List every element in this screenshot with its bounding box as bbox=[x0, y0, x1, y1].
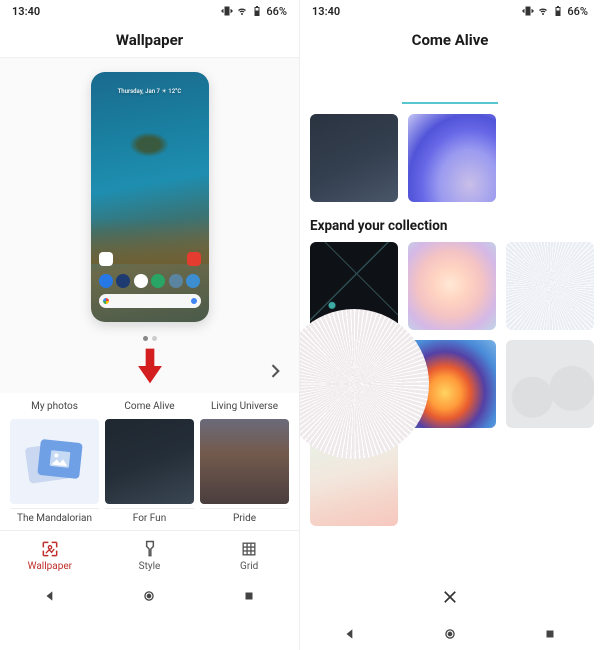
circle-home-icon bbox=[142, 589, 156, 603]
wallpaper-thumb[interactable] bbox=[408, 242, 496, 330]
vibrate-icon bbox=[221, 5, 233, 17]
phone-date: Thursday, Jan 7 ☀ 12°C bbox=[91, 88, 209, 95]
thumbnail-myphotos bbox=[10, 419, 99, 504]
play-icon bbox=[134, 274, 148, 288]
left-screenshot: 13:40 66% Wallpaper Thursday, Jan 7 ☀ 12… bbox=[0, 0, 300, 650]
picture-icon bbox=[49, 450, 71, 468]
style-icon bbox=[140, 539, 160, 559]
status-bar: 13:40 66% bbox=[0, 0, 299, 22]
wallpaper-thumb[interactable] bbox=[506, 340, 594, 428]
status-icons: 66% bbox=[522, 5, 588, 18]
nav-home[interactable] bbox=[442, 626, 458, 642]
next-preview-button[interactable] bbox=[263, 359, 287, 383]
wallpaper-icon bbox=[40, 539, 60, 559]
square-recents-icon bbox=[243, 590, 255, 602]
circle-home-icon bbox=[443, 627, 457, 641]
nav-recents[interactable] bbox=[542, 626, 558, 642]
collection-come-alive[interactable]: Come Alive bbox=[105, 401, 194, 504]
thumbnail-living bbox=[200, 419, 289, 504]
status-time: 13:40 bbox=[312, 5, 340, 18]
close-button[interactable] bbox=[300, 576, 600, 618]
messages-icon bbox=[116, 274, 130, 288]
right-screenshot: 13:40 66% Come Alive Expand your collect… bbox=[300, 0, 600, 650]
dot-1 bbox=[143, 336, 148, 341]
battery-percent: 66% bbox=[567, 5, 588, 18]
collections-row-1[interactable]: My photos Come Alive Living Universe bbox=[0, 401, 299, 504]
system-nav bbox=[0, 580, 299, 612]
phone-preview[interactable]: Thursday, Jan 7 ☀ 12°C bbox=[91, 72, 209, 322]
grid-icon bbox=[239, 539, 259, 559]
wallpaper-preview-area: Thursday, Jan 7 ☀ 12°C bbox=[0, 58, 299, 393]
chevron-right-icon bbox=[265, 361, 285, 381]
app-icon bbox=[151, 274, 165, 288]
thumbnail-comealive bbox=[105, 419, 194, 504]
arrow-down-icon bbox=[137, 346, 163, 386]
triangle-back-icon bbox=[43, 589, 57, 603]
phone-app-row1 bbox=[99, 252, 201, 266]
gmail-icon bbox=[99, 252, 113, 266]
wifi-icon bbox=[236, 5, 248, 17]
vibrate-icon bbox=[522, 5, 534, 17]
dot-2 bbox=[152, 336, 157, 341]
turtle-graphic bbox=[129, 132, 169, 157]
close-icon bbox=[441, 588, 459, 606]
expand-grid bbox=[300, 242, 600, 536]
nav-back[interactable] bbox=[42, 588, 58, 604]
collection-my-photos[interactable]: My photos bbox=[10, 401, 99, 504]
nav-recents[interactable] bbox=[241, 588, 257, 604]
battery-percent: 66% bbox=[266, 5, 287, 18]
tab-grid[interactable]: Grid bbox=[199, 531, 299, 580]
section-heading: Expand your collection bbox=[300, 212, 600, 242]
collection-living-universe[interactable]: Living Universe bbox=[200, 401, 289, 504]
wallpaper-grid bbox=[300, 114, 600, 212]
system-nav bbox=[300, 618, 600, 650]
triangle-back-icon bbox=[343, 627, 357, 641]
camera-icon bbox=[186, 274, 200, 288]
wifi-icon bbox=[537, 5, 549, 17]
status-time: 13:40 bbox=[12, 5, 40, 18]
collection-forfun[interactable]: For Fun bbox=[105, 508, 194, 522]
tab-style[interactable]: Style bbox=[100, 531, 200, 580]
status-bar: 13:40 66% bbox=[300, 0, 600, 22]
collections-row-2[interactable]: The Mandalorian For Fun Pride bbox=[0, 508, 299, 526]
wallpaper-thumb[interactable] bbox=[310, 340, 398, 428]
battery-icon bbox=[552, 5, 564, 17]
square-recents-icon bbox=[544, 628, 556, 640]
google-icon bbox=[103, 298, 109, 304]
phone-search-bar bbox=[99, 294, 201, 308]
wallpaper-thumb[interactable] bbox=[310, 114, 398, 202]
bottom-tabs: Wallpaper Style Grid bbox=[0, 530, 299, 580]
phone-icon bbox=[99, 274, 113, 288]
wallpaper-thumb[interactable] bbox=[506, 242, 594, 330]
nav-back[interactable] bbox=[342, 626, 358, 642]
tab-wallpaper[interactable]: Wallpaper bbox=[0, 531, 100, 580]
nav-home[interactable] bbox=[141, 588, 157, 604]
collection-pride[interactable]: Pride bbox=[200, 508, 289, 522]
app-icon bbox=[187, 252, 201, 266]
collection-mandalorian[interactable]: The Mandalorian bbox=[10, 508, 99, 522]
page-title: Wallpaper bbox=[0, 22, 299, 58]
annotation-arrow bbox=[137, 346, 163, 390]
wallpaper-thumb[interactable] bbox=[408, 114, 496, 202]
phone-dock bbox=[99, 274, 201, 288]
page-title: Come Alive bbox=[300, 22, 600, 58]
battery-icon bbox=[251, 5, 263, 17]
status-icons: 66% bbox=[221, 5, 287, 18]
app-icon bbox=[169, 274, 183, 288]
assistant-icon bbox=[191, 298, 197, 304]
page-indicator bbox=[143, 336, 157, 341]
selected-tab-indicator bbox=[402, 102, 498, 104]
